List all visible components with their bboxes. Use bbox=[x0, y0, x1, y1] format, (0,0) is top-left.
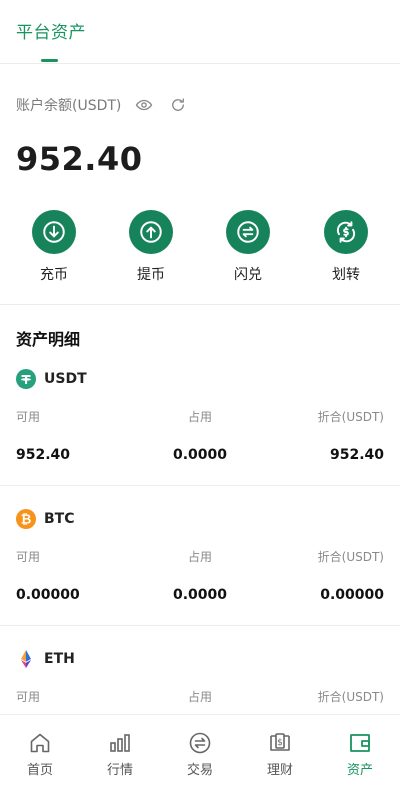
nav-label: 首页 bbox=[26, 763, 53, 778]
converted-label: 折合(USDT) bbox=[317, 410, 384, 424]
deposit-button[interactable]: 充币 bbox=[14, 210, 94, 284]
available-label: 可用 bbox=[16, 550, 41, 564]
header: 平台资产 bbox=[0, 0, 400, 64]
btc-icon: ₿ bbox=[16, 509, 36, 529]
upload-icon bbox=[129, 210, 173, 254]
occupied-label: 占用 bbox=[187, 550, 212, 564]
flash-exchange-label: 闪兑 bbox=[234, 267, 262, 283]
home-icon bbox=[0, 731, 80, 755]
divider bbox=[0, 304, 400, 305]
deposit-label: 充币 bbox=[40, 267, 68, 283]
tab-underline bbox=[41, 59, 58, 62]
trade-icon bbox=[160, 731, 240, 755]
occupied-label: 占用 bbox=[187, 410, 212, 424]
occupied-label: 占用 bbox=[187, 690, 212, 704]
converted-label: 折合(USDT) bbox=[317, 550, 384, 564]
download-icon bbox=[32, 210, 76, 254]
svg-text:$: $ bbox=[277, 738, 283, 748]
converted-label: 折合(USDT) bbox=[317, 690, 384, 704]
transfer-icon bbox=[324, 210, 368, 254]
finance-icon: $ bbox=[240, 731, 320, 755]
occupied-value: 0.0000 bbox=[172, 587, 228, 603]
available-label: 可用 bbox=[16, 690, 41, 704]
eye-icon[interactable] bbox=[133, 94, 155, 116]
transfer-label: 划转 bbox=[332, 267, 360, 283]
available-value: 952.40 bbox=[16, 447, 71, 463]
section-title: 资产明细 bbox=[16, 330, 81, 349]
flash-exchange-button[interactable]: 闪兑 bbox=[208, 210, 288, 284]
nav-item-market[interactable]: 行情 bbox=[80, 731, 160, 778]
coin-name: USDT bbox=[44, 371, 87, 387]
balance-label-row: 账户余额(USDT) bbox=[16, 94, 189, 116]
withdraw-button[interactable]: 提币 bbox=[111, 210, 191, 284]
coin-row: ₿ BTC bbox=[16, 508, 75, 530]
usdt-icon bbox=[16, 369, 36, 389]
divider bbox=[0, 625, 400, 626]
tab-platform-assets[interactable]: 平台资产 bbox=[16, 18, 86, 43]
action-row: 充币 提币 闪兑 划转 bbox=[0, 210, 400, 290]
coin-name: BTC bbox=[44, 511, 75, 527]
available-value: 0.00000 bbox=[16, 587, 80, 603]
eth-icon bbox=[16, 649, 36, 669]
svg-text:₿: ₿ bbox=[21, 513, 32, 528]
balance-value: 952.40 bbox=[16, 140, 143, 178]
divider bbox=[0, 485, 400, 486]
exchange-icon bbox=[226, 210, 270, 254]
wallet-icon bbox=[320, 731, 400, 755]
bottom-nav: 首页 行情 交易 $ 理财 资产 bbox=[0, 714, 400, 800]
balance-label: 账户余额(USDT) bbox=[16, 98, 122, 114]
refresh-icon[interactable] bbox=[167, 94, 189, 116]
nav-label: 交易 bbox=[186, 763, 213, 778]
chart-bars-icon bbox=[80, 731, 160, 755]
converted-value: 952.40 bbox=[329, 447, 384, 463]
withdraw-label: 提币 bbox=[137, 267, 165, 283]
nav-label: 行情 bbox=[106, 763, 133, 778]
transfer-button[interactable]: 划转 bbox=[306, 210, 386, 284]
asset-item-usdt[interactable]: USDT 可用 占用 折合(USDT) 952.40 0.0000 952.40 bbox=[0, 368, 400, 508]
occupied-value: 0.0000 bbox=[172, 447, 228, 463]
nav-label: 理财 bbox=[266, 763, 293, 778]
asset-item-btc[interactable]: ₿ BTC 可用 占用 折合(USDT) 0.00000 0.0000 0.00… bbox=[0, 508, 400, 648]
coin-row: ETH bbox=[16, 648, 75, 670]
coin-name: ETH bbox=[44, 651, 75, 667]
asset-item-eth[interactable]: ETH 可用 占用 折合(USDT) bbox=[0, 648, 400, 714]
coin-row: USDT bbox=[16, 368, 87, 390]
nav-item-finance[interactable]: $ 理财 bbox=[240, 731, 320, 778]
available-label: 可用 bbox=[16, 410, 41, 424]
nav-item-assets[interactable]: 资产 bbox=[320, 731, 400, 778]
nav-item-home[interactable]: 首页 bbox=[0, 731, 80, 778]
converted-value: 0.00000 bbox=[320, 587, 384, 603]
nav-label: 资产 bbox=[346, 763, 373, 778]
nav-item-trade[interactable]: 交易 bbox=[160, 731, 240, 778]
